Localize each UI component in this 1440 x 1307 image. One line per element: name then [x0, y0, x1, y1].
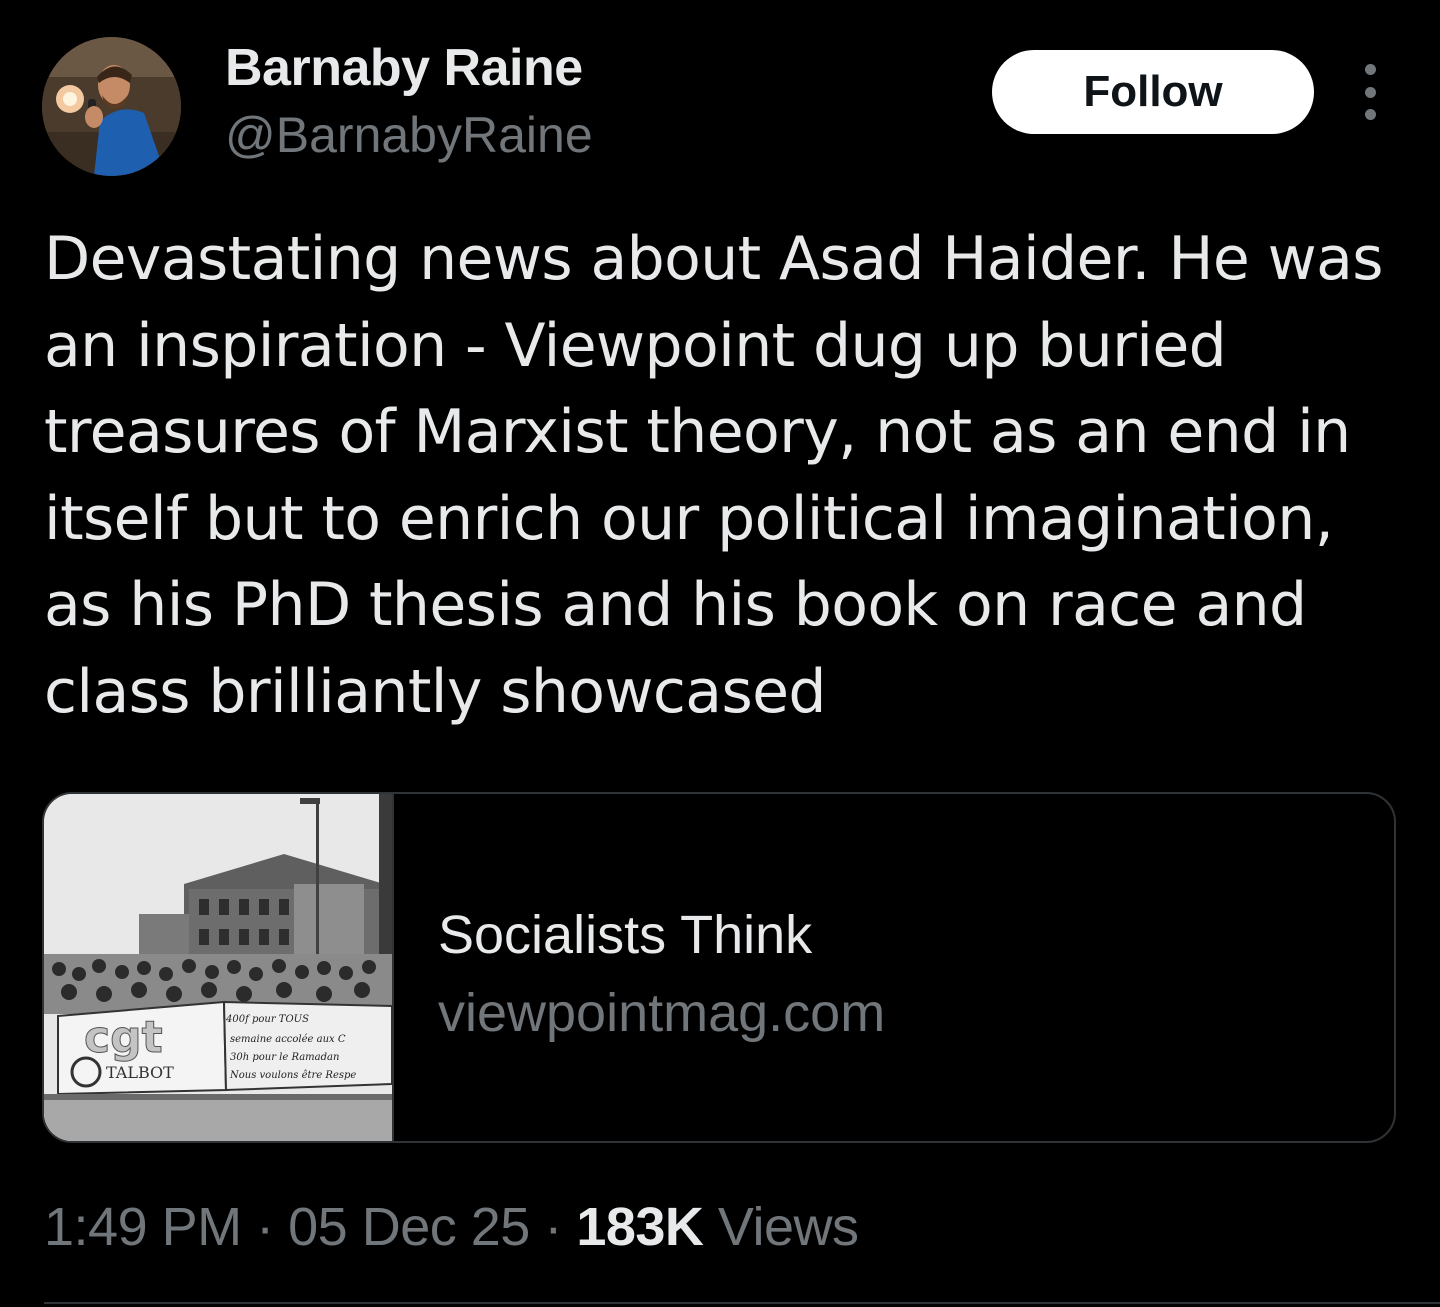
tweet-meta: 1:49 PM · 05 Dec 25 · 183K Views	[44, 1196, 859, 1258]
tweet-date[interactable]: 05 Dec 25	[288, 1197, 530, 1257]
link-card-title: Socialists Think	[438, 905, 813, 965]
link-card-domain: viewpointmag.com	[438, 983, 886, 1043]
author-avatar[interactable]	[42, 37, 181, 176]
tweet: Barnaby Raine @BarnabyRaine Follow Devas…	[0, 0, 1440, 1307]
author-handle[interactable]: @BarnabyRaine	[225, 106, 593, 164]
banner-line: semaine accolée aux C	[230, 1034, 346, 1045]
banner-brand: TALBOT	[106, 1063, 174, 1082]
banner-line: 30h pour le Ramadan	[230, 1052, 339, 1063]
banner-line: 400f pour TOUS	[225, 1014, 309, 1025]
divider	[44, 1302, 1440, 1304]
more-options-button[interactable]	[1350, 64, 1390, 120]
avatar-photo	[42, 37, 181, 176]
link-card[interactable]: cgt TALBOT 400f pour TOUS semaine accolé…	[42, 792, 1396, 1143]
meta-separator: ·	[544, 1197, 562, 1257]
author-name[interactable]: Barnaby Raine	[225, 38, 583, 98]
banner-line: Nous voulons être Respe	[229, 1070, 356, 1081]
ellipsis-dot	[1364, 86, 1376, 98]
views-count: 183K	[576, 1197, 704, 1257]
meta-separator: ·	[256, 1197, 274, 1257]
banner-logo: cgt	[84, 1012, 163, 1063]
tweet-time[interactable]: 1:49 PM	[44, 1197, 242, 1257]
follow-button[interactable]: Follow	[992, 50, 1314, 134]
ellipsis-dot	[1364, 109, 1376, 120]
tweet-text: Devastating news about Asad Haider. He w…	[44, 224, 1384, 727]
views-label: Views	[717, 1197, 859, 1257]
vertical-ellipsis-icon	[1364, 64, 1376, 75]
link-card-image: cgt TALBOT 400f pour TOUS semaine accolé…	[44, 794, 394, 1141]
